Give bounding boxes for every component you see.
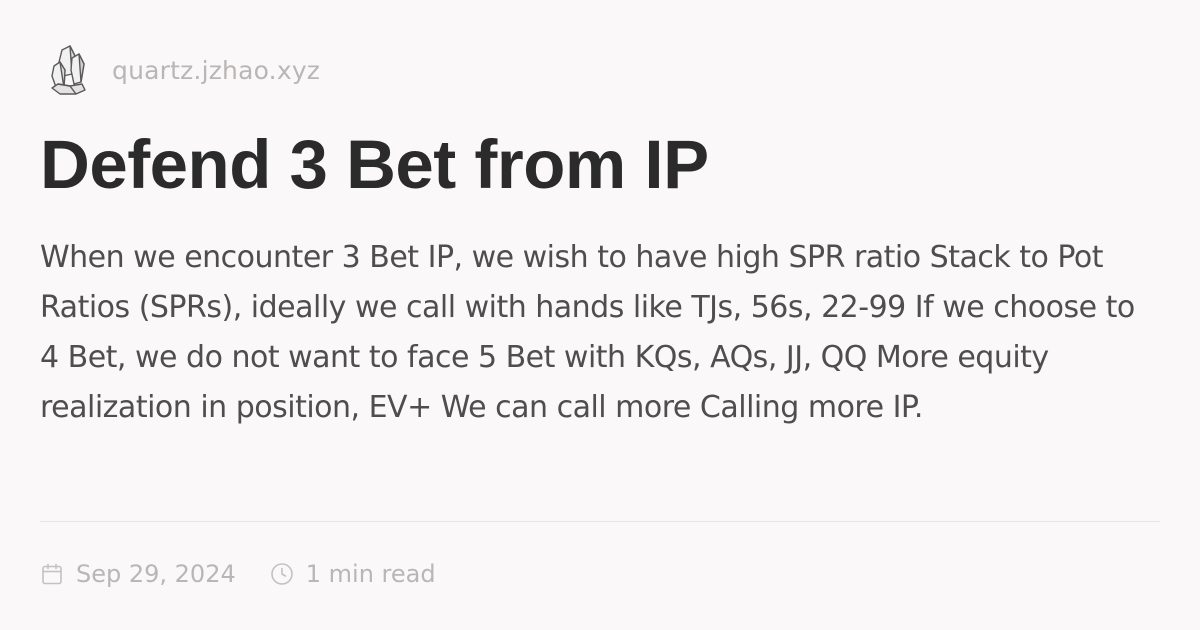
calendar-icon bbox=[40, 562, 64, 586]
clock-icon bbox=[270, 562, 294, 586]
publish-date-text: Sep 29, 2024 bbox=[76, 560, 236, 588]
reading-time-text: 1 min read bbox=[305, 560, 436, 588]
crystal-cluster-icon bbox=[40, 42, 96, 98]
site-header: quartz.jzhao.xyz bbox=[40, 40, 320, 100]
preview-card: quartz.jzhao.xyz Defend 3 Bet from IP Wh… bbox=[40, 40, 1160, 590]
page-title: Defend 3 Bet from IP bbox=[40, 126, 709, 203]
article-meta: Sep 29, 2024 1 min read bbox=[40, 556, 436, 592]
publish-date: Sep 29, 2024 bbox=[40, 560, 236, 588]
site-name[interactable]: quartz.jzhao.xyz bbox=[112, 56, 320, 85]
reading-time: 1 min read bbox=[270, 560, 436, 588]
divider bbox=[40, 521, 1160, 522]
article-description: When we encounter 3 Bet IP, we wish to h… bbox=[40, 240, 1135, 425]
